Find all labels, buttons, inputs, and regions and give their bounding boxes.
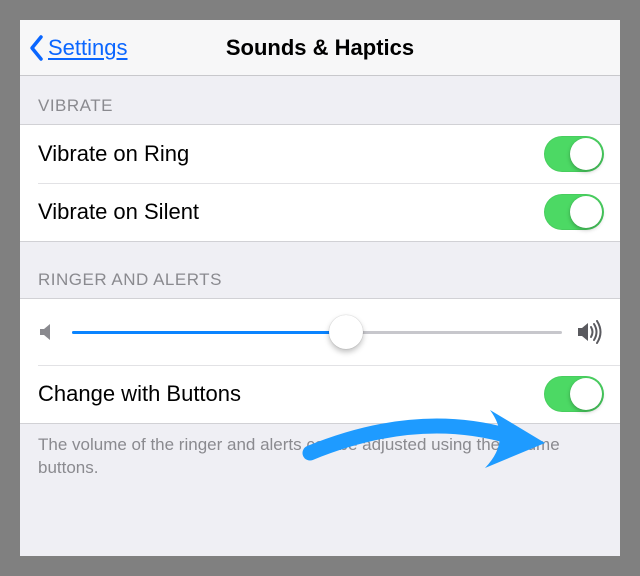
- section-header-vibrate: VIBRATE: [20, 76, 620, 124]
- volume-low-icon: [38, 321, 58, 343]
- row-vibrate-on-ring: Vibrate on Ring: [20, 125, 620, 183]
- chevron-left-icon: [28, 34, 46, 62]
- row-change-with-buttons: Change with Buttons: [20, 365, 620, 423]
- toggle-change-with-buttons[interactable]: [544, 376, 604, 412]
- volume-slider[interactable]: [72, 314, 562, 350]
- section-header-ringer: RINGER AND ALERTS: [20, 242, 620, 298]
- toggle-vibrate-on-silent[interactable]: [544, 194, 604, 230]
- row-label: Vibrate on Ring: [38, 141, 544, 167]
- section-footer-ringer: The volume of the ringer and alerts can …: [20, 424, 620, 494]
- toggle-vibrate-on-ring[interactable]: [544, 136, 604, 172]
- group-vibrate: Vibrate on Ring Vibrate on Silent: [20, 124, 620, 242]
- volume-high-icon: [576, 320, 604, 344]
- nav-bar: Settings Sounds & Haptics: [20, 20, 620, 76]
- group-ringer: Change with Buttons: [20, 298, 620, 424]
- row-label: Vibrate on Silent: [38, 199, 544, 225]
- row-label: Change with Buttons: [38, 381, 544, 407]
- row-vibrate-on-silent: Vibrate on Silent: [20, 183, 620, 241]
- back-button[interactable]: Settings: [20, 34, 128, 62]
- row-volume-slider: [20, 299, 620, 365]
- back-label: Settings: [48, 35, 128, 61]
- settings-screen: Settings Sounds & Haptics VIBRATE Vibrat…: [20, 20, 620, 556]
